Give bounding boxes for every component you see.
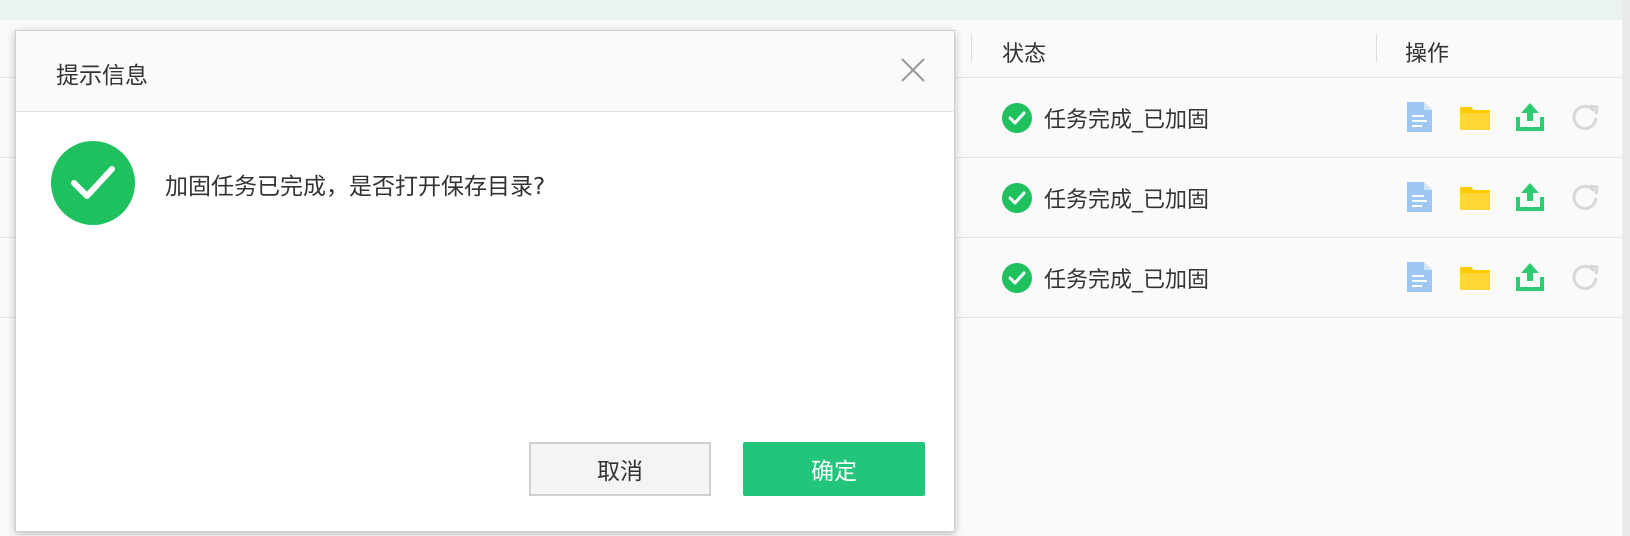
column-header-actions: 操作 — [1405, 42, 1450, 67]
refresh-icon[interactable] — [1568, 260, 1602, 294]
column-separator — [971, 34, 972, 62]
status-text: 任务完成_已加固 — [1044, 108, 1210, 133]
cancel-button[interactable]: 取消 — [529, 442, 711, 496]
close-icon[interactable] — [896, 53, 930, 87]
file-icon[interactable] — [1402, 100, 1436, 134]
check-circle-icon — [1002, 183, 1032, 213]
status-text: 任务完成_已加固 — [1044, 188, 1210, 213]
folder-icon[interactable] — [1458, 100, 1492, 134]
top-bar — [0, 0, 1630, 21]
folder-icon[interactable] — [1458, 260, 1492, 294]
column-header-status: 状态 — [1002, 42, 1047, 67]
success-check-icon — [51, 141, 135, 225]
folder-icon[interactable] — [1458, 180, 1492, 214]
check-circle-icon — [1002, 103, 1032, 133]
file-icon[interactable] — [1402, 260, 1436, 294]
scrollbar[interactable] — [1622, 0, 1630, 536]
status-cell: 任务完成_已加固 — [1002, 102, 1209, 134]
refresh-icon[interactable] — [1568, 180, 1602, 214]
column-separator — [1376, 34, 1377, 62]
refresh-icon[interactable] — [1568, 100, 1602, 134]
dialog-title: 提示信息 — [56, 63, 148, 89]
dialog-message: 加固任务已完成，是否打开保存目录? — [165, 174, 546, 200]
status-text: 任务完成_已加固 — [1044, 268, 1210, 293]
confirm-dialog: 提示信息 加固任务已完成，是否打开保存目录? 取消 确定 — [15, 30, 955, 532]
confirm-button[interactable]: 确定 — [743, 442, 925, 496]
check-circle-icon — [1002, 263, 1032, 293]
dialog-header: 提示信息 — [16, 31, 954, 112]
status-cell: 任务完成_已加固 — [1002, 182, 1209, 214]
status-cell: 任务完成_已加固 — [1002, 262, 1209, 294]
upload-icon[interactable] — [1513, 100, 1547, 134]
upload-icon[interactable] — [1513, 260, 1547, 294]
file-icon[interactable] — [1402, 180, 1436, 214]
upload-icon[interactable] — [1513, 180, 1547, 214]
